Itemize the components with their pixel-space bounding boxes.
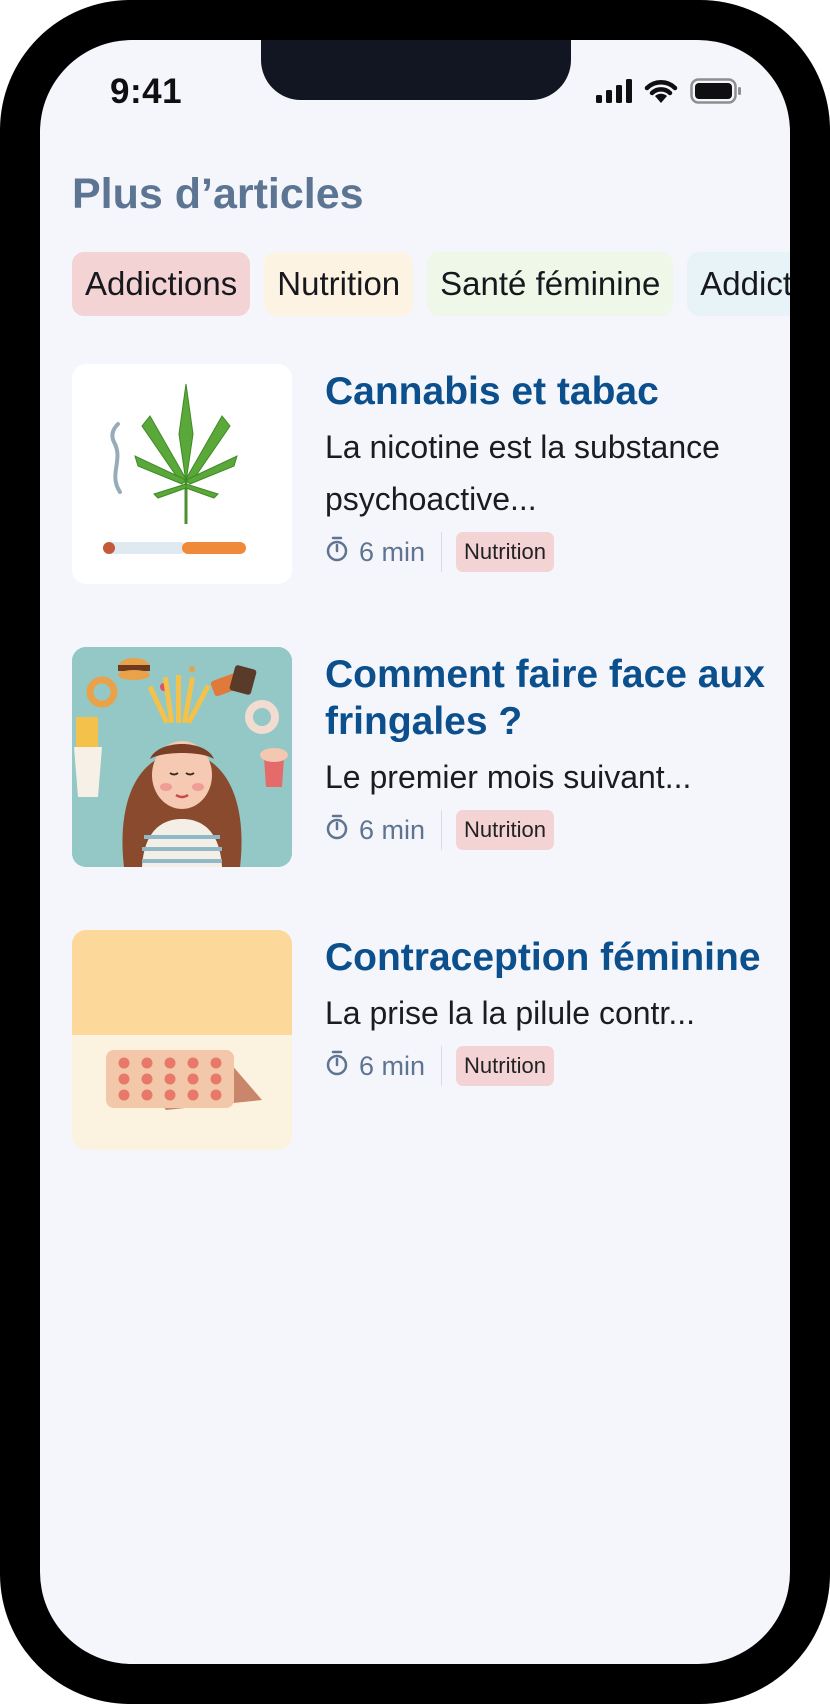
article-tag[interactable]: Nutrition	[456, 532, 554, 572]
article-title[interactable]: Contraception féminine	[325, 930, 765, 981]
article-card[interactable]: Contraception féminine La prise la la pi…	[72, 930, 772, 1150]
meta-divider	[441, 1046, 443, 1086]
status-time: 9:41	[110, 72, 183, 111]
article-description: La nicotine est la substance psychoactiv…	[325, 429, 720, 517]
article-list: Cannabis et tabac La nicotine est la sub…	[72, 364, 772, 1213]
chip-sante-feminine[interactable]: Santé féminine	[427, 252, 674, 316]
woman-junk-food-illustration	[72, 647, 292, 867]
meta-divider	[441, 532, 443, 572]
article-body: Cannabis et tabac La nicotine est la sub…	[325, 364, 765, 573]
read-time: 6 min	[325, 1050, 425, 1083]
status-bar: 9:41	[40, 40, 790, 120]
pill-pack-illustration	[72, 930, 292, 1150]
chip-nutrition[interactable]: Nutrition	[264, 252, 414, 316]
read-time-label: 6 min	[359, 1050, 426, 1081]
chip-addictions-2[interactable]: Addictions	[687, 252, 790, 316]
battery-icon	[690, 78, 742, 104]
article-description: Le premier mois suivant...	[325, 759, 692, 795]
timer-icon	[325, 536, 359, 569]
timer-icon	[325, 1050, 359, 1083]
article-card[interactable]: Cannabis et tabac La nicotine est la sub…	[72, 364, 772, 584]
article-card[interactable]: Comment faire face aux fringales ? Le pr…	[72, 647, 772, 867]
category-chips[interactable]: AddictionsNutritionSanté féminineAddicti…	[72, 252, 790, 318]
meta-divider	[441, 810, 443, 850]
article-meta: 6 min Nutrition	[325, 809, 765, 851]
wifi-icon	[644, 79, 678, 103]
status-icons	[596, 78, 742, 104]
article-body: Comment faire face aux fringales ? Le pr…	[325, 647, 765, 851]
article-title[interactable]: Comment faire face aux fringales ?	[325, 647, 765, 745]
page-title: Plus d’articles	[72, 170, 364, 218]
article-tag[interactable]: Nutrition	[456, 810, 554, 850]
article-meta: 6 min Nutrition	[325, 531, 765, 573]
article-description: La prise la la pilule contr...	[325, 995, 695, 1031]
chip-addictions[interactable]: Addictions	[72, 252, 251, 316]
read-time-label: 6 min	[359, 814, 426, 845]
article-tag[interactable]: Nutrition	[456, 1046, 554, 1086]
signal-icon	[596, 79, 632, 103]
read-time-label: 6 min	[359, 536, 426, 567]
read-time: 6 min	[325, 536, 425, 569]
read-time: 6 min	[325, 814, 425, 847]
timer-icon	[325, 814, 359, 847]
article-body: Contraception féminine La prise la la pi…	[325, 930, 765, 1087]
cannabis-cigarette-illustration	[72, 364, 292, 584]
article-title[interactable]: Cannabis et tabac	[325, 364, 765, 415]
screen: 9:41 Plus d’articles Addictions Nutritio…	[40, 40, 790, 1664]
article-meta: 6 min Nutrition	[325, 1045, 765, 1087]
